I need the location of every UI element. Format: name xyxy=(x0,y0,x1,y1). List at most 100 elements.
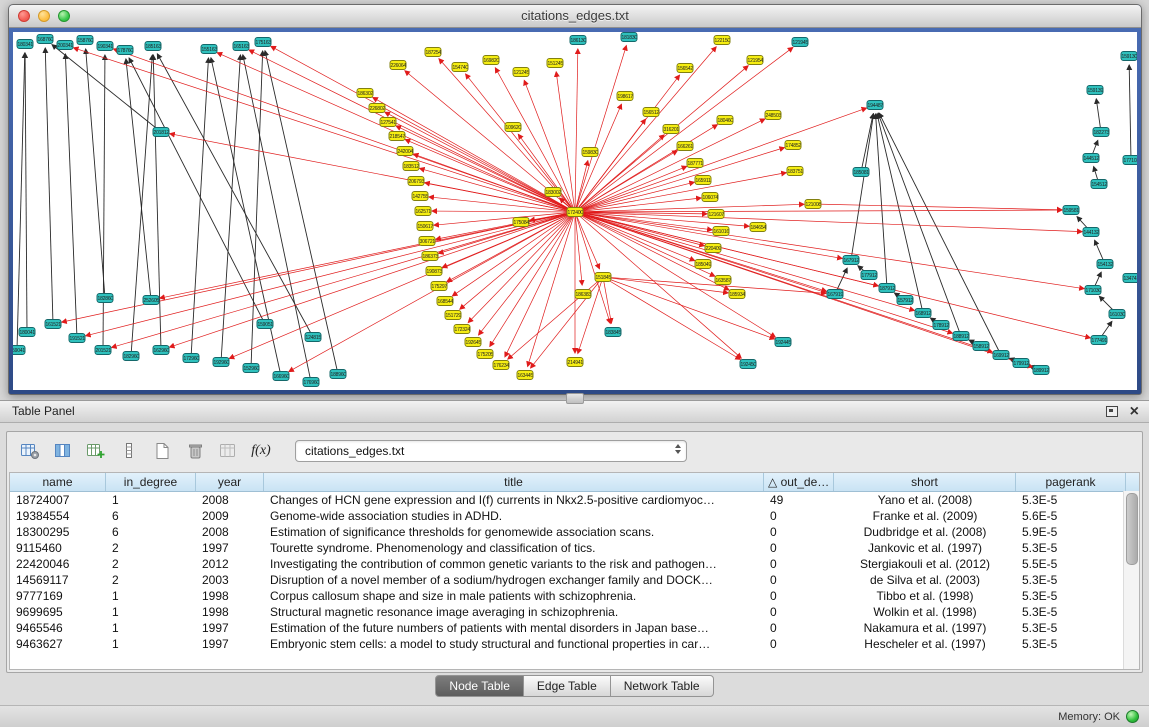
graph-node[interactable]: 18613074 xyxy=(570,35,587,45)
table-scrollbar[interactable] xyxy=(1123,491,1139,669)
graph-node[interactable]: 15958112 xyxy=(1063,205,1080,215)
graph-node[interactable]: 16696046 xyxy=(273,371,290,381)
graph-node[interactable]: 17529719 xyxy=(431,281,448,291)
zoom-window-button[interactable] xyxy=(58,10,70,22)
graph-node[interactable]: 22040937 xyxy=(705,243,722,253)
graph-node[interactable]: 12124549 xyxy=(513,67,530,77)
graph-node[interactable]: 18034121 xyxy=(17,39,34,49)
graph-node[interactable]: 13474104 xyxy=(1123,273,1138,283)
graph-node[interactable]: 17520564 xyxy=(477,349,494,359)
column-header-year[interactable]: year xyxy=(196,473,264,491)
graph-node[interactable]: 20034121 xyxy=(57,40,74,50)
graph-node[interactable]: 12194563 xyxy=(792,37,809,47)
table-row[interactable]: 977716911998Corpus callosum shape and si… xyxy=(10,588,1139,604)
graph-node[interactable]: 16516302 xyxy=(233,41,250,51)
graph-node[interactable]: 15913974 xyxy=(1087,85,1104,95)
graph-node[interactable]: 19264514 xyxy=(465,337,482,347)
graph-node[interactable]: 18384549 xyxy=(605,327,622,337)
graph-node[interactable]: 12481552 xyxy=(305,332,322,342)
graph-node[interactable]: 19245031 xyxy=(740,359,757,369)
column-header-name[interactable]: name xyxy=(10,473,106,491)
graph-node[interactable]: 14413243 xyxy=(1083,227,1100,237)
graph-node[interactable]: 18630274 xyxy=(357,88,374,98)
graph-node[interactable]: 19152120 xyxy=(69,333,86,343)
graph-node[interactable]: 17710354 xyxy=(1123,155,1138,165)
window-titlebar[interactable]: citations_edges.txt xyxy=(9,5,1141,28)
graph-node[interactable]: 15654230 xyxy=(677,63,694,73)
graph-node[interactable]: 17103054 xyxy=(1085,285,1102,295)
graph-node[interactable]: 16854460 xyxy=(437,296,454,306)
graph-node[interactable]: 17696046 xyxy=(303,377,320,387)
graph-node[interactable]: 17623416 xyxy=(493,360,510,370)
row-tools-button[interactable] xyxy=(116,438,142,464)
graph-node[interactable]: 14451243 xyxy=(1083,153,1100,163)
graph-node[interactable]: 16591145 xyxy=(695,175,712,185)
graph-node[interactable]: 17516302 xyxy=(255,37,272,47)
graph-node[interactable]: 24200473 xyxy=(397,146,414,156)
graph-node[interactable]: 25260550 xyxy=(143,295,160,305)
graph-node[interactable]: 16891219 xyxy=(915,308,932,318)
graph-node[interactable]: 15905131 xyxy=(257,319,274,329)
graph-node[interactable]: 15172952 xyxy=(445,310,462,320)
graph-node[interactable]: 15913074 xyxy=(1121,51,1138,61)
graph-node[interactable]: 22606473 xyxy=(390,60,407,70)
graph-node[interactable]: 16982019 xyxy=(483,55,500,65)
column-header-title[interactable]: title xyxy=(264,473,764,491)
close-window-button[interactable] xyxy=(18,10,30,22)
graph-node[interactable]: 15983045 xyxy=(582,147,599,157)
graph-node[interactable]: 17485293 xyxy=(785,140,802,150)
graph-node[interactable]: 15876017 xyxy=(77,35,94,45)
float-panel-icon[interactable] xyxy=(1106,406,1118,417)
graph-node[interactable]: 18637337 xyxy=(422,251,439,261)
graph-node[interactable]: 19034121 xyxy=(97,41,114,51)
graph-node[interactable]: 18638307 xyxy=(575,289,592,299)
graph-node[interactable]: 20181204 xyxy=(153,127,170,137)
table-row[interactable]: 911546021997Tourette syndrome. Phenomeno… xyxy=(10,540,1139,556)
panel-resize-grip[interactable] xyxy=(566,393,584,404)
graph-node[interactable]: 18991219 xyxy=(1033,365,1050,375)
column-header-out-degree[interactable]: △ out_de… xyxy=(764,473,834,491)
graph-node[interactable]: 16358709 xyxy=(715,275,732,285)
table-row[interactable]: 2242004622012Investigating the contribut… xyxy=(10,556,1139,572)
graph-node[interactable]: 18725472 xyxy=(425,47,442,57)
graph-node[interactable]: 17232426 xyxy=(454,324,471,334)
graph-node[interactable]: 15651230 xyxy=(643,107,660,117)
graph-node[interactable]: 16791219 xyxy=(843,255,860,265)
graph-node[interactable]: 15184549 xyxy=(595,272,612,282)
graph-node[interactable]: 22680273 xyxy=(369,103,386,113)
table-row[interactable]: 1872400712008Changes of HCN gene express… xyxy=(10,492,1139,508)
graph-node[interactable]: 19861739 xyxy=(617,91,634,101)
graph-node[interactable]: 18777147 xyxy=(687,158,704,168)
graph-node[interactable]: 18896046 xyxy=(330,369,347,379)
graph-node[interactable]: 17749104 xyxy=(1091,335,1108,345)
table-row[interactable]: 946554611997Estimation of the future num… xyxy=(10,620,1139,636)
graph-node[interactable]: 19087341 xyxy=(426,266,443,276)
graph-node[interactable]: 12160752 xyxy=(708,209,725,219)
graph-node[interactable]: 10962019 xyxy=(505,122,522,132)
graph-node[interactable]: 18300202 xyxy=(545,187,562,197)
network-canvas[interactable]: 1724004118630274226802731275410421854705… xyxy=(13,32,1137,390)
close-panel-icon[interactable]: × xyxy=(1130,401,1139,422)
graph-node[interactable]: 18046093 xyxy=(717,115,734,125)
column-selector-button[interactable] xyxy=(50,438,76,464)
graph-node[interactable]: 15904121 xyxy=(13,345,26,355)
graph-node[interactable]: 18351205 xyxy=(403,161,420,171)
graph-node[interactable]: 12754104 xyxy=(380,117,397,127)
graph-node[interactable]: 14275512 xyxy=(412,191,429,201)
import-table-button[interactable] xyxy=(215,438,241,464)
graph-node[interactable]: 17991219 xyxy=(1013,358,1030,368)
table-settings-button[interactable] xyxy=(17,438,43,464)
graph-node[interactable]: 15451243 xyxy=(1091,179,1108,189)
table-row[interactable]: 1830029562008Estimation of significance … xyxy=(10,524,1139,540)
graph-node[interactable]: 16626154 xyxy=(677,141,694,151)
graph-node[interactable]: 10607427 xyxy=(702,192,719,202)
edit-table-button[interactable] xyxy=(83,438,109,464)
graph-node[interactable]: 17508434 xyxy=(513,217,530,227)
minimize-window-button[interactable] xyxy=(38,10,50,22)
graph-node[interactable]: 16791912 xyxy=(827,289,844,299)
graph-node[interactable]: 18227343 xyxy=(1093,127,1110,137)
graph-node[interactable]: 19448794 xyxy=(867,100,884,110)
tab-edge-table[interactable]: Edge Table xyxy=(524,675,611,697)
graph-node[interactable]: 30672113 xyxy=(419,236,436,246)
graph-node[interactable]: 16991219 xyxy=(993,350,1010,360)
